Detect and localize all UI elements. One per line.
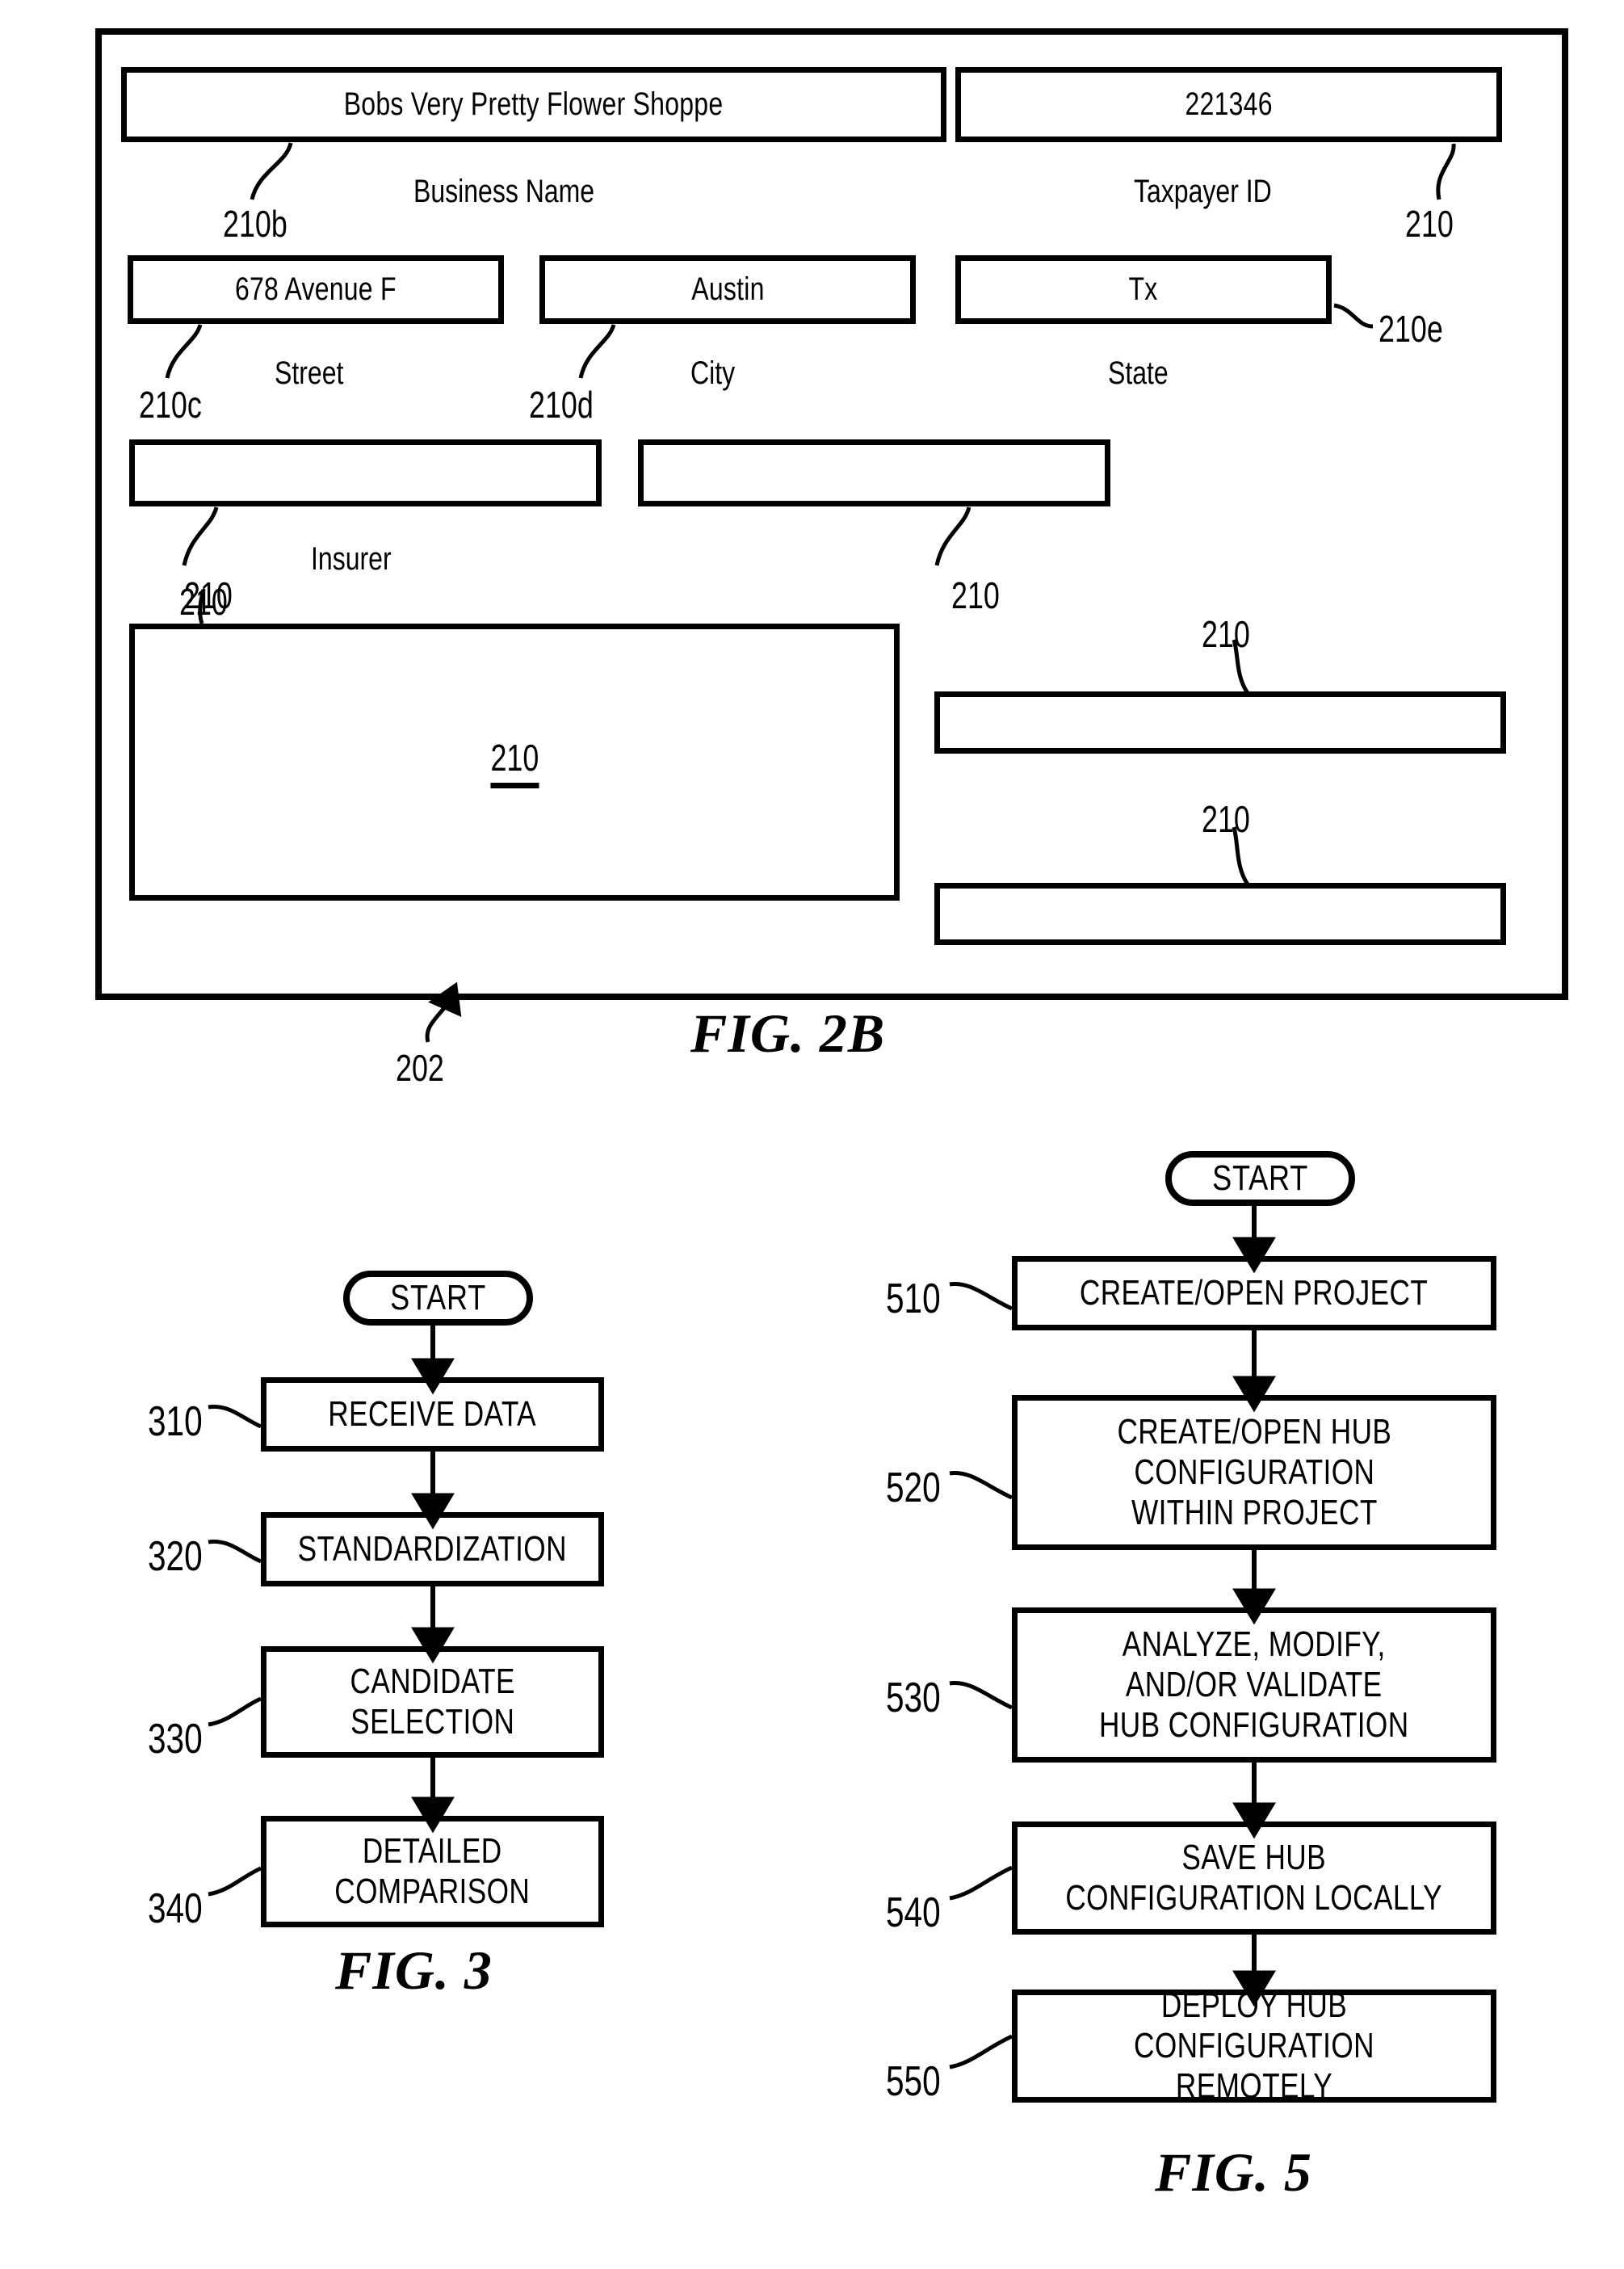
ref-210-big-box-top: 210 <box>179 581 228 623</box>
figure-2b-caption: FIG. 2B <box>690 1002 886 1064</box>
fig3-step-receive-data[interactable]: RECEIVE DATA <box>261 1377 604 1452</box>
fig5-step-analyze-modify-validate-label: ANALYZE, MODIFY, AND/OR VALIDATE HUB CON… <box>1099 1624 1409 1746</box>
ref-210-unlabeled-right: 210 <box>951 574 1000 616</box>
large-text-area[interactable]: 210 <box>129 624 900 901</box>
fig5-step-create-open-project[interactable]: CREATE/OPEN PROJECT <box>1012 1256 1496 1330</box>
fig5-step-save-hub-configuration-locally[interactable]: SAVE HUB CONFIGURATION LOCALLY <box>1012 1822 1496 1935</box>
fig5-step-create-open-project-label: CREATE/OPEN PROJECT <box>1080 1272 1429 1313</box>
state-field[interactable]: Tx <box>955 255 1332 324</box>
fig5-ref-540: 540 <box>886 1889 941 1936</box>
fig3-step-candidate-selection[interactable]: CANDIDATE SELECTION <box>261 1646 604 1758</box>
fig3-start-label: START <box>389 1278 487 1317</box>
figure-5-caption: FIG. 5 <box>1155 2141 1312 2203</box>
ref-202-frame: 202 <box>396 1047 444 1089</box>
fig3-step-receive-data-label: RECEIVE DATA <box>328 1393 537 1434</box>
right-upper-field[interactable] <box>934 691 1506 754</box>
taxpayer-id-label: Taxpayer ID <box>1134 174 1272 209</box>
ref-210d: 210d <box>529 384 594 426</box>
city-value: Austin <box>690 271 765 307</box>
unlabeled-field-right[interactable] <box>638 439 1110 506</box>
fig3-step-candidate-selection-label: CANDIDATE SELECTION <box>350 1661 515 1742</box>
taxpayer-id-value: 221346 <box>1185 86 1273 122</box>
fig3-step-standardization-label: STANDARDIZATION <box>297 1528 568 1569</box>
business-name-value: Bobs Very Pretty Flower Shoppe <box>344 86 724 122</box>
street-label: Street <box>275 355 344 391</box>
ref-210-right-lower: 210 <box>1202 798 1250 840</box>
ref-210b: 210b <box>223 203 287 245</box>
fig5-step-create-open-hub-configuration[interactable]: CREATE/OPEN HUB CONFIGURATION WITHIN PRO… <box>1012 1395 1496 1550</box>
state-label: State <box>1108 355 1169 391</box>
state-value: Tx <box>1128 271 1159 307</box>
street-value: 678 Avenue F <box>235 271 397 307</box>
fig5-step-analyze-modify-validate[interactable]: ANALYZE, MODIFY, AND/OR VALIDATE HUB CON… <box>1012 1607 1496 1763</box>
city-label: City <box>690 355 736 391</box>
taxpayer-id-field[interactable]: 221346 <box>955 67 1502 142</box>
fig5-ref-550: 550 <box>886 2058 941 2105</box>
fig3-step-standardization[interactable]: STANDARDIZATION <box>261 1512 604 1586</box>
fig5-ref-530: 530 <box>886 1674 941 1721</box>
figure-3-caption: FIG. 3 <box>335 1939 493 2001</box>
business-name-label: Business Name <box>413 174 595 209</box>
large-text-area-ref: 210 <box>490 736 539 788</box>
fig3-step-detailed-comparison-label: DETAILED COMPARISON <box>334 1830 531 1911</box>
ref-210c: 210c <box>139 384 202 426</box>
street-field[interactable]: 678 Avenue F <box>128 255 504 324</box>
fig5-step-deploy-hub-configuration-remotely[interactable]: DEPLOY HUB CONFIGURATION REMOTELY <box>1012 1985 1496 2106</box>
ref-210-right-upper: 210 <box>1202 613 1250 655</box>
fig5-start-terminator: START <box>1165 1151 1355 1206</box>
ref-210-taxpayer: 210 <box>1405 203 1454 245</box>
fig3-ref-340: 340 <box>148 1885 203 1932</box>
insurer-label: Insurer <box>311 541 392 577</box>
fig3-ref-320: 320 <box>148 1533 203 1580</box>
ref-210e: 210e <box>1379 308 1443 350</box>
insurer-field[interactable] <box>129 439 602 506</box>
fig5-start-label: START <box>1211 1158 1309 1198</box>
fig5-step-deploy-hub-configuration-remotely-label: DEPLOY HUB CONFIGURATION REMOTELY <box>1134 1985 1374 2107</box>
fig3-ref-330: 330 <box>148 1716 203 1763</box>
fig5-ref-510: 510 <box>886 1275 941 1322</box>
fig3-start-terminator: START <box>343 1271 533 1326</box>
fig5-ref-520: 520 <box>886 1464 941 1511</box>
fig5-step-save-hub-configuration-locally-label: SAVE HUB CONFIGURATION LOCALLY <box>1065 1837 1443 1918</box>
city-field[interactable]: Austin <box>539 255 916 324</box>
fig3-step-detailed-comparison[interactable]: DETAILED COMPARISON <box>261 1816 604 1927</box>
fig3-ref-310: 310 <box>148 1398 203 1445</box>
business-name-field[interactable]: Bobs Very Pretty Flower Shoppe <box>121 67 946 142</box>
right-lower-field[interactable] <box>934 883 1506 945</box>
fig5-step-create-open-hub-configuration-label: CREATE/OPEN HUB CONFIGURATION WITHIN PRO… <box>1117 1411 1391 1533</box>
